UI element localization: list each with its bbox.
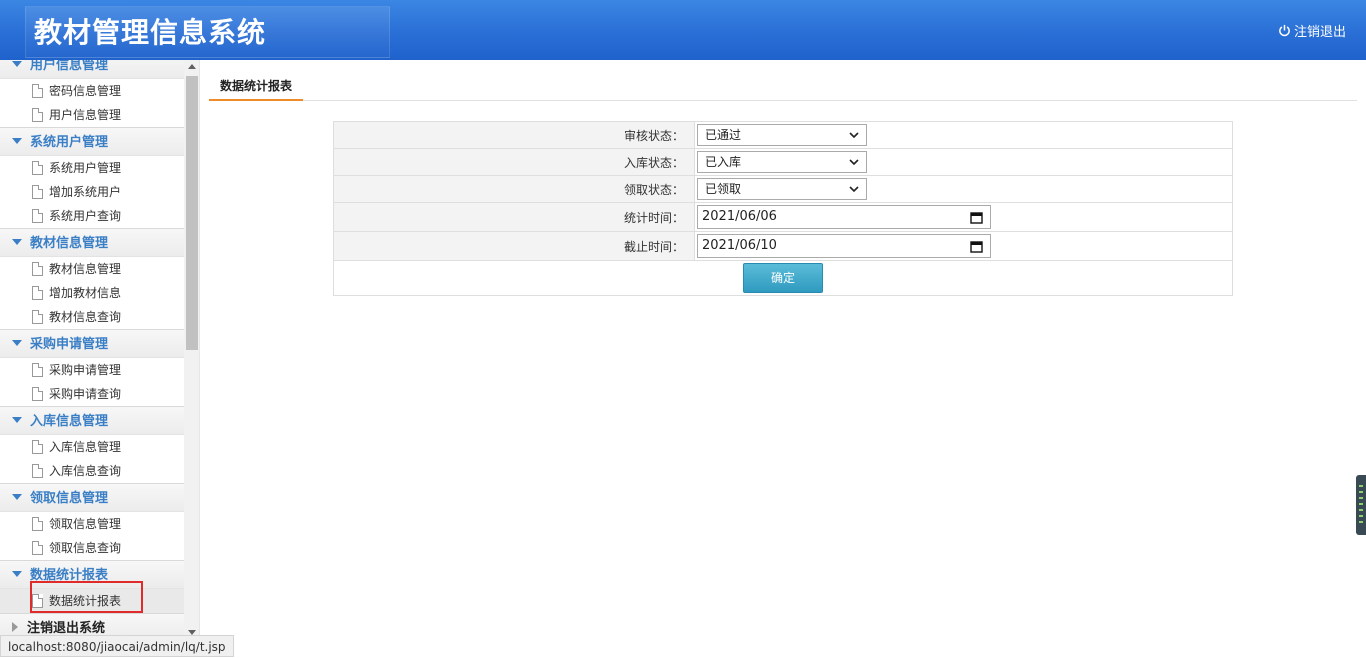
end-date-input[interactable]: 2021/06/10 [697, 234, 991, 258]
sidebar-item-password-manage[interactable]: 密码信息管理 [0, 79, 184, 103]
sidebar-item-add-textbook[interactable]: 增加教材信息 [0, 281, 184, 305]
power-icon [1279, 24, 1290, 37]
expand-arrow-icon [12, 138, 22, 144]
sidebar-group-receive[interactable]: 领取信息管理 [0, 483, 184, 512]
sidebar-menu: 用户信息管理 密码信息管理 用户信息管理 系统用户管理 系统用户管理 增加系统用… [0, 60, 184, 642]
app-title: 教材管理信息系统 [34, 16, 267, 49]
document-icon [32, 84, 43, 98]
sidebar-scrollbar[interactable] [184, 60, 199, 657]
sidebar-item-stock-in-query[interactable]: 入库信息查询 [0, 459, 184, 483]
document-icon [32, 161, 43, 175]
expand-arrow-icon [12, 571, 22, 577]
sidebar-group-purchase[interactable]: 采购申请管理 [0, 329, 184, 358]
sidebar-item-statistics-report[interactable]: 数据统计报表 [0, 589, 184, 613]
tab-bar: 数据统计报表 [209, 74, 1357, 101]
sidebar-group-user-info[interactable]: 用户信息管理 [0, 60, 184, 79]
button-cell: 确定 [333, 260, 1233, 296]
expand-arrow-icon [12, 340, 22, 346]
sidebar-group-statistics[interactable]: 数据统计报表 [0, 560, 184, 589]
document-icon [32, 440, 43, 454]
logout-button[interactable]: 注销退出 [1278, 21, 1346, 40]
document-icon [32, 464, 43, 478]
start-date-label: 统计时间： [333, 202, 695, 232]
stock-status-select[interactable]: 已入库 [697, 151, 867, 173]
main-content: 数据统计报表 审核状态： 已通过 入库状态： 已入库 领取状态： 已领取 统计时… [200, 60, 1366, 657]
sidebar-item-system-user-query[interactable]: 系统用户查询 [0, 204, 184, 228]
document-icon [32, 387, 43, 401]
document-icon [32, 517, 43, 531]
document-icon [32, 594, 43, 608]
edge-widget[interactable] [1356, 475, 1366, 535]
end-date-label: 截止时间： [333, 231, 695, 261]
sidebar-item-purchase-query[interactable]: 采购申请查询 [0, 382, 184, 406]
sidebar-item-receive-query[interactable]: 领取信息查询 [0, 536, 184, 560]
confirm-button[interactable]: 确定 [743, 263, 823, 293]
audit-status-label: 审核状态： [333, 121, 695, 149]
document-icon [32, 108, 43, 122]
expand-arrow-icon [12, 61, 22, 67]
stock-status-label: 入库状态： [333, 148, 695, 176]
sidebar-item-textbook-query[interactable]: 教材信息查询 [0, 305, 184, 329]
statistics-form: 审核状态： 已通过 入库状态： 已入库 领取状态： 已领取 统计时间： 2021… [333, 121, 1233, 296]
document-icon [32, 286, 43, 300]
calendar-icon[interactable] [970, 240, 983, 253]
sidebar-item-user-manage[interactable]: 用户信息管理 [0, 103, 184, 127]
scrollbar-thumb[interactable] [186, 76, 198, 350]
document-icon [32, 209, 43, 223]
expand-arrow-icon [12, 417, 22, 423]
chevron-down-icon [849, 159, 859, 166]
stock-status-value: 已入库 [705, 155, 742, 169]
chevron-down-icon [849, 186, 859, 193]
receive-status-label: 领取状态： [333, 175, 695, 203]
sidebar-group-textbook[interactable]: 教材信息管理 [0, 228, 184, 257]
audit-status-value: 已通过 [705, 128, 742, 142]
sidebar-group-system-user[interactable]: 系统用户管理 [0, 127, 184, 156]
sidebar-group-stock-in[interactable]: 入库信息管理 [0, 406, 184, 435]
sidebar-item-add-system-user[interactable]: 增加系统用户 [0, 180, 184, 204]
tab-statistics-report[interactable]: 数据统计报表 [209, 74, 304, 101]
start-date-input[interactable]: 2021/06/06 [697, 205, 991, 229]
start-date-value: 2021/06/06 [702, 209, 777, 224]
app-header: 教材管理信息系统 注销退出 [0, 0, 1366, 60]
chevron-down-icon [849, 132, 859, 139]
sidebar-item-stock-in-manage[interactable]: 入库信息管理 [0, 435, 184, 459]
document-icon [32, 310, 43, 324]
sidebar: 用户信息管理 密码信息管理 用户信息管理 系统用户管理 系统用户管理 增加系统用… [0, 60, 200, 657]
status-url: localhost:8080/jiaocai/admin/lq/t.jsp [0, 635, 234, 657]
collapsed-arrow-icon [12, 622, 18, 632]
sidebar-item-purchase-manage[interactable]: 采购申请管理 [0, 358, 184, 382]
scroll-up-icon[interactable] [188, 64, 196, 69]
expand-arrow-icon [12, 239, 22, 245]
document-icon [32, 185, 43, 199]
document-icon [32, 541, 43, 555]
logout-label: 注销退出 [1293, 25, 1346, 40]
calendar-icon[interactable] [970, 211, 983, 224]
receive-status-value: 已领取 [705, 182, 742, 196]
receive-status-select[interactable]: 已领取 [697, 178, 867, 200]
expand-arrow-icon [12, 494, 22, 500]
end-date-value: 2021/06/10 [702, 238, 777, 253]
sidebar-item-receive-manage[interactable]: 领取信息管理 [0, 512, 184, 536]
document-icon [32, 262, 43, 276]
sidebar-item-textbook-manage[interactable]: 教材信息管理 [0, 257, 184, 281]
audit-status-select[interactable]: 已通过 [697, 124, 867, 146]
document-icon [32, 363, 43, 377]
sidebar-item-system-user-manage[interactable]: 系统用户管理 [0, 156, 184, 180]
